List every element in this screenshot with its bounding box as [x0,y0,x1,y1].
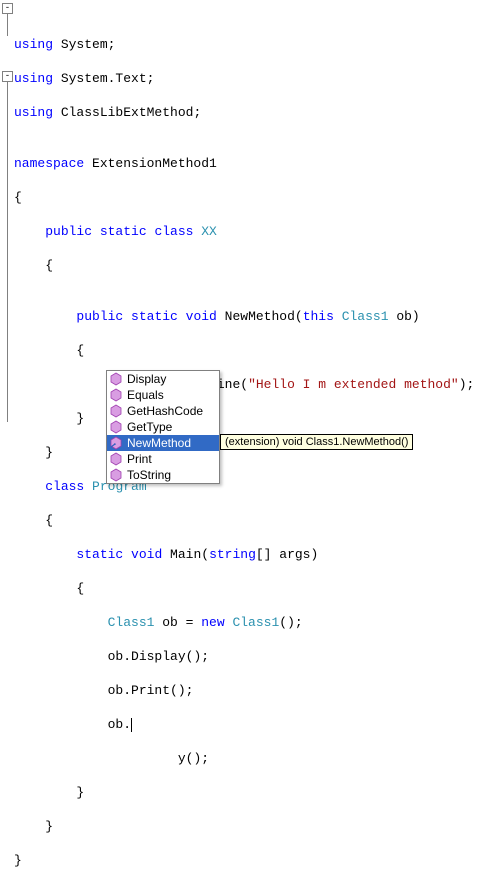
intellisense-item-display[interactable]: Display [107,371,219,387]
method-icon [109,420,123,434]
intellisense-item-label: Print [127,452,152,466]
code-line: class Program [14,478,502,495]
code-line: { [14,342,502,359]
outline-gutter: - - [0,0,12,888]
fold-toggle[interactable]: - [2,3,13,14]
intellisense-item-gettype[interactable]: GetType [107,419,219,435]
code-line: public static class XX [14,223,502,240]
code-line: ob.Print(); [14,682,502,699]
intellisense-item-gethashcode[interactable]: GetHashCode [107,403,219,419]
method-icon [109,388,123,402]
code-line: ob. [14,716,502,733]
code-line: { [14,189,502,206]
extension-method-icon [109,436,123,450]
code-line: { [14,257,502,274]
code-line: public static void NewMethod(this Class1… [14,308,502,325]
intellisense-item-label: GetType [127,420,172,434]
method-icon [109,468,123,482]
intellisense-item-print[interactable]: Print [107,451,219,467]
intellisense-item-label: ToString [127,468,171,482]
fold-line [7,14,8,36]
text-caret [131,718,132,732]
code-line: { [14,512,502,529]
code-line: Class1 ob = new Class1(); [14,614,502,631]
intellisense-item-equals[interactable]: Equals [107,387,219,403]
code-line: static void Main(string[] args) [14,546,502,563]
code-line: { [14,580,502,597]
intellisense-popup[interactable]: Display Equals GetHashCode GetType NewMe… [106,370,220,484]
intellisense-item-tostring[interactable]: ToString [107,467,219,483]
code-line: } [14,410,502,427]
intellisense-item-label: NewMethod [127,436,191,450]
code-line: Console.WriteLine("Hello I m extended me… [14,376,502,393]
code-line: using System; [14,36,502,53]
code-line: using System.Text; [14,70,502,87]
intellisense-item-label: GetHashCode [127,404,203,418]
intellisense-item-label: Display [127,372,166,386]
fold-toggle[interactable]: - [2,71,13,82]
intellisense-tooltip: (extension) void Class1.NewMethod() [220,434,413,450]
method-icon [109,372,123,386]
code-line: } [14,784,502,801]
code-line: y(); [14,750,502,767]
intellisense-item-newmethod[interactable]: NewMethod [107,435,219,451]
fold-line [7,82,8,422]
code-line: using ClassLibExtMethod; [14,104,502,121]
method-icon [109,452,123,466]
code-line: ob.Display(); [14,648,502,665]
code-line: } [14,818,502,835]
code-line: namespace ExtensionMethod1 [14,155,502,172]
code-line: } [14,852,502,869]
intellisense-item-label: Equals [127,388,164,402]
method-icon [109,404,123,418]
